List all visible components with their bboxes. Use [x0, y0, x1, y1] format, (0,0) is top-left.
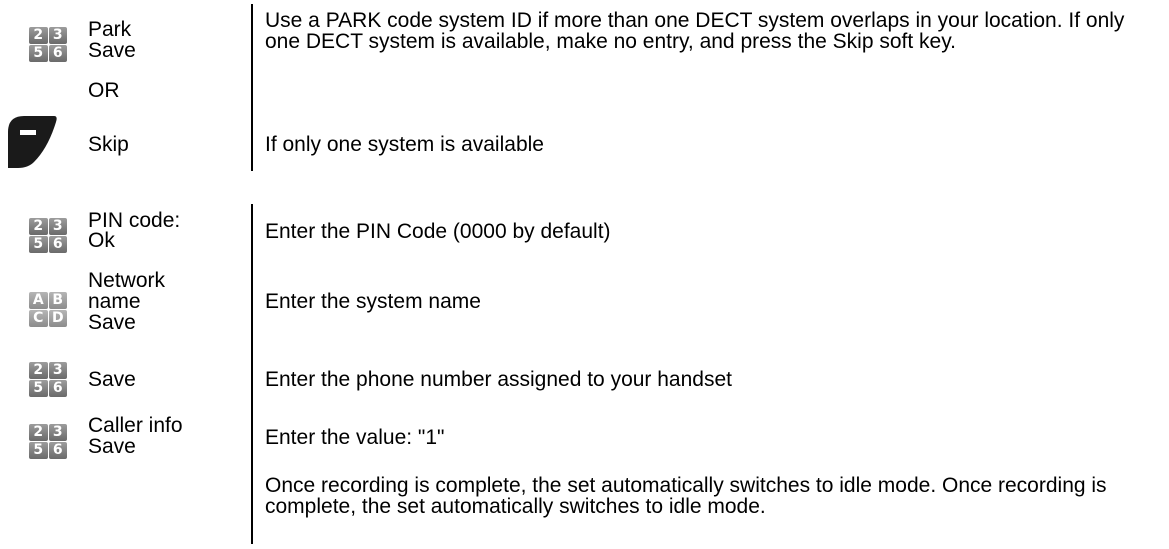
step-label-network: Network: [88, 269, 166, 292]
step-label-pin-code: PIN code:: [88, 209, 181, 232]
step-description: Enter the system name: [265, 290, 481, 313]
key: 5: [29, 380, 48, 397]
key: 6: [48, 236, 67, 253]
key: D: [48, 310, 67, 327]
step-label-ok: Ok: [88, 229, 115, 252]
or-label: OR: [88, 79, 120, 102]
step-label-save: Save: [88, 368, 136, 391]
step-description: If only one system is available: [265, 133, 544, 156]
completion-note: Once recording is complete, the set auto…: [265, 474, 1107, 518]
key: 2: [29, 27, 48, 44]
key: 5: [29, 45, 48, 62]
column-divider-top: [251, 4, 253, 171]
key: 2: [29, 362, 48, 379]
keypad-letters-icon: A B C D: [29, 292, 67, 327]
key: 6: [48, 380, 67, 397]
key: A: [29, 292, 48, 309]
key: C: [29, 310, 48, 327]
key: 5: [29, 442, 48, 459]
soft-key-icon: [8, 116, 57, 168]
step-label-caller-info: Caller info: [88, 414, 183, 437]
step-label-save: Save: [88, 435, 136, 458]
skip-label: Skip: [88, 133, 129, 156]
step-description: Enter the phone number assigned to your …: [265, 368, 732, 391]
step-label-park: Park: [88, 18, 132, 41]
key: 3: [48, 424, 67, 441]
keypad-digits-icon: 2 3 5 6: [29, 27, 67, 62]
keypad-digits-icon: 2 3 5 6: [29, 424, 67, 459]
key: B: [48, 292, 67, 309]
key: 3: [48, 218, 67, 235]
key: 2: [29, 218, 48, 235]
keypad-digits-icon: 2 3 5 6: [29, 362, 67, 397]
step-description: Enter the value: "1": [265, 426, 445, 449]
column-divider-bottom: [251, 204, 253, 544]
key: 3: [48, 27, 67, 44]
key: 5: [29, 236, 48, 253]
key: 6: [48, 442, 67, 459]
step-label-name: name: [88, 290, 141, 313]
step-label-save: Save: [88, 39, 136, 62]
step-description: Use a PARK code system ID if more than o…: [265, 9, 1125, 53]
step-label-save: Save: [88, 311, 136, 334]
step-description: Enter the PIN Code (0000 by default): [265, 220, 611, 243]
key: 3: [48, 362, 67, 379]
key: 2: [29, 424, 48, 441]
key: 6: [48, 45, 67, 62]
keypad-digits-icon: 2 3 5 6: [29, 218, 67, 253]
